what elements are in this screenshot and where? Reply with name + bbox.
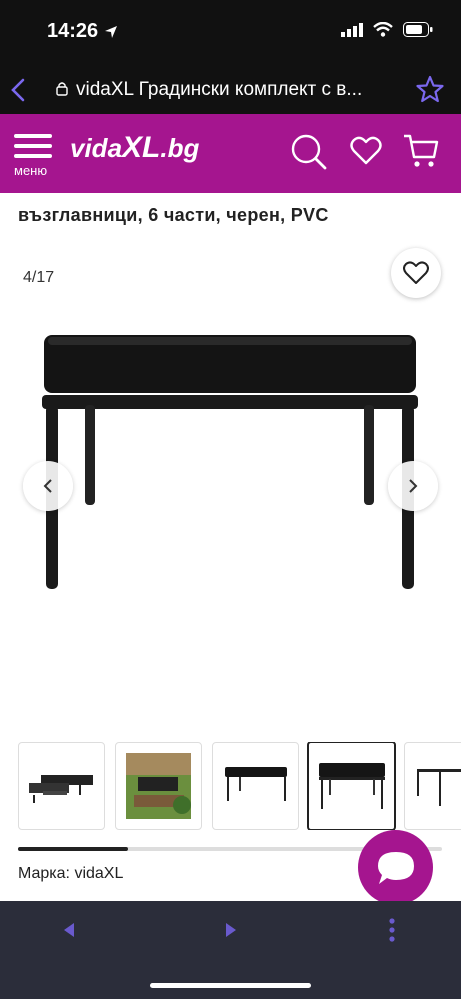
- thumbnail[interactable]: [212, 742, 299, 830]
- prev-image-button[interactable]: [23, 461, 73, 511]
- search-icon[interactable]: [290, 133, 328, 171]
- site-logo[interactable]: vidaXL.bg: [70, 131, 199, 165]
- image-counter: 4/17: [23, 269, 55, 286]
- star-icon[interactable]: [416, 75, 444, 103]
- home-indicator: [150, 983, 311, 988]
- location-arrow-icon: [105, 26, 117, 38]
- thumbnail-image: [126, 753, 191, 819]
- logo-text-xl: XL: [122, 131, 161, 164]
- thumbnail[interactable]: [404, 742, 461, 830]
- favorite-button[interactable]: [391, 248, 441, 298]
- signal-icon: [341, 22, 363, 37]
- thumbnail-image: [29, 775, 93, 803]
- status-time: 14:26: [47, 20, 99, 42]
- thumbnail[interactable]: [115, 742, 202, 830]
- chat-icon: [377, 851, 414, 884]
- thumbnail-active[interactable]: [307, 742, 396, 830]
- brand-line: Марка: vidaXL: [18, 865, 124, 882]
- url-title[interactable]: vidaXL Градински комплект с в...: [76, 79, 426, 101]
- heart-icon: [403, 261, 429, 284]
- main-product-image[interactable]: [30, 315, 430, 605]
- thumbnail-strip: [18, 742, 461, 830]
- hamburger-icon[interactable]: [14, 134, 54, 160]
- menu-label[interactable]: меню: [14, 163, 47, 178]
- forward-arrow-icon[interactable]: [225, 922, 237, 938]
- status-icons: [341, 22, 433, 37]
- back-arrow-icon[interactable]: [63, 922, 75, 938]
- logo-text-bg: .bg: [160, 133, 200, 163]
- product-title: възглавници, 6 части, черен, PVC: [18, 205, 329, 225]
- thumbnail-image: [319, 763, 385, 809]
- lock-icon: [56, 82, 68, 96]
- back-chevron-icon[interactable]: [8, 78, 28, 102]
- heart-icon[interactable]: [350, 136, 382, 166]
- battery-icon: [403, 22, 433, 37]
- thumbnail-image: [225, 767, 287, 801]
- gallery-scrollbar-thumb[interactable]: [18, 847, 129, 851]
- browser-url-bar: vidaXL Градински комплект с в...: [0, 66, 461, 114]
- status-bar: 14:26: [0, 0, 461, 66]
- chat-button[interactable]: [358, 830, 433, 905]
- cart-icon[interactable]: [403, 133, 439, 169]
- site-header: меню vidaXL.bg: [0, 114, 461, 193]
- chevron-right-icon: [409, 479, 418, 493]
- thumbnail-image: [417, 769, 461, 806]
- wifi-icon: [373, 22, 393, 37]
- kebab-icon[interactable]: [388, 917, 396, 943]
- thumbnail[interactable]: [18, 742, 105, 830]
- chevron-left-icon: [43, 479, 52, 493]
- logo-text-vida: vida: [70, 133, 123, 163]
- next-image-button[interactable]: [388, 461, 438, 511]
